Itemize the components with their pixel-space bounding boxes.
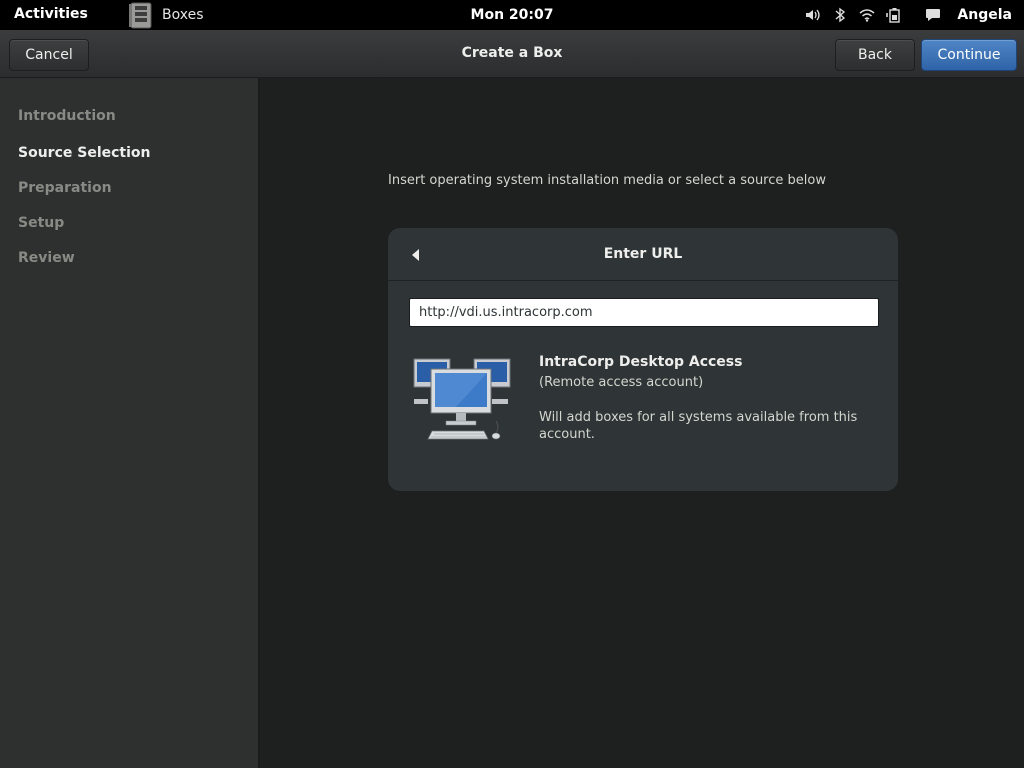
panel-title: Enter URL xyxy=(603,246,683,262)
wifi-icon[interactable] xyxy=(858,6,876,24)
step-setup: Setup xyxy=(18,215,65,231)
top-bar: Activities Boxes Mon 20:07 Angela xyxy=(0,0,1024,30)
source-panel: Enter URL IntraCorp Deskto xyxy=(388,228,898,491)
clock[interactable]: Mon 20:07 xyxy=(471,7,554,23)
wizard-steps-sidebar: Introduction Source Selection Preparatio… xyxy=(0,78,259,768)
back-button[interactable]: Back xyxy=(835,39,915,71)
chat-icon[interactable] xyxy=(924,6,942,24)
volume-icon[interactable] xyxy=(804,6,822,24)
panel-header: Enter URL xyxy=(388,228,898,281)
source-type: (Remote access account) xyxy=(539,375,704,390)
activities-button[interactable]: Activities xyxy=(14,6,88,22)
source-name[interactable]: IntraCorp Desktop Access xyxy=(539,354,742,370)
cancel-button[interactable]: Cancel xyxy=(9,39,89,71)
computers-network-icon xyxy=(412,357,512,443)
step-source-selection: Source Selection xyxy=(18,145,151,161)
source-description: Will add boxes for all systems available… xyxy=(539,410,858,442)
source-hint-text: Insert operating system installation med… xyxy=(388,173,826,188)
step-preparation: Preparation xyxy=(18,180,112,196)
back-arrow-icon[interactable] xyxy=(410,247,422,263)
battery-icon[interactable] xyxy=(885,6,903,24)
step-review: Review xyxy=(18,250,75,266)
system-tray: Angela xyxy=(804,0,1024,30)
continue-button[interactable]: Continue xyxy=(921,39,1017,71)
user-menu[interactable]: Angela xyxy=(957,7,1012,23)
url-input[interactable] xyxy=(409,298,879,327)
bluetooth-icon[interactable] xyxy=(831,6,849,24)
step-introduction: Introduction xyxy=(18,108,116,124)
app-name: Boxes xyxy=(162,7,204,23)
header-bar: Cancel Create a Box Back Continue xyxy=(0,30,1024,78)
app-menu[interactable]: Boxes xyxy=(128,0,204,30)
boxes-app-icon xyxy=(128,1,154,29)
